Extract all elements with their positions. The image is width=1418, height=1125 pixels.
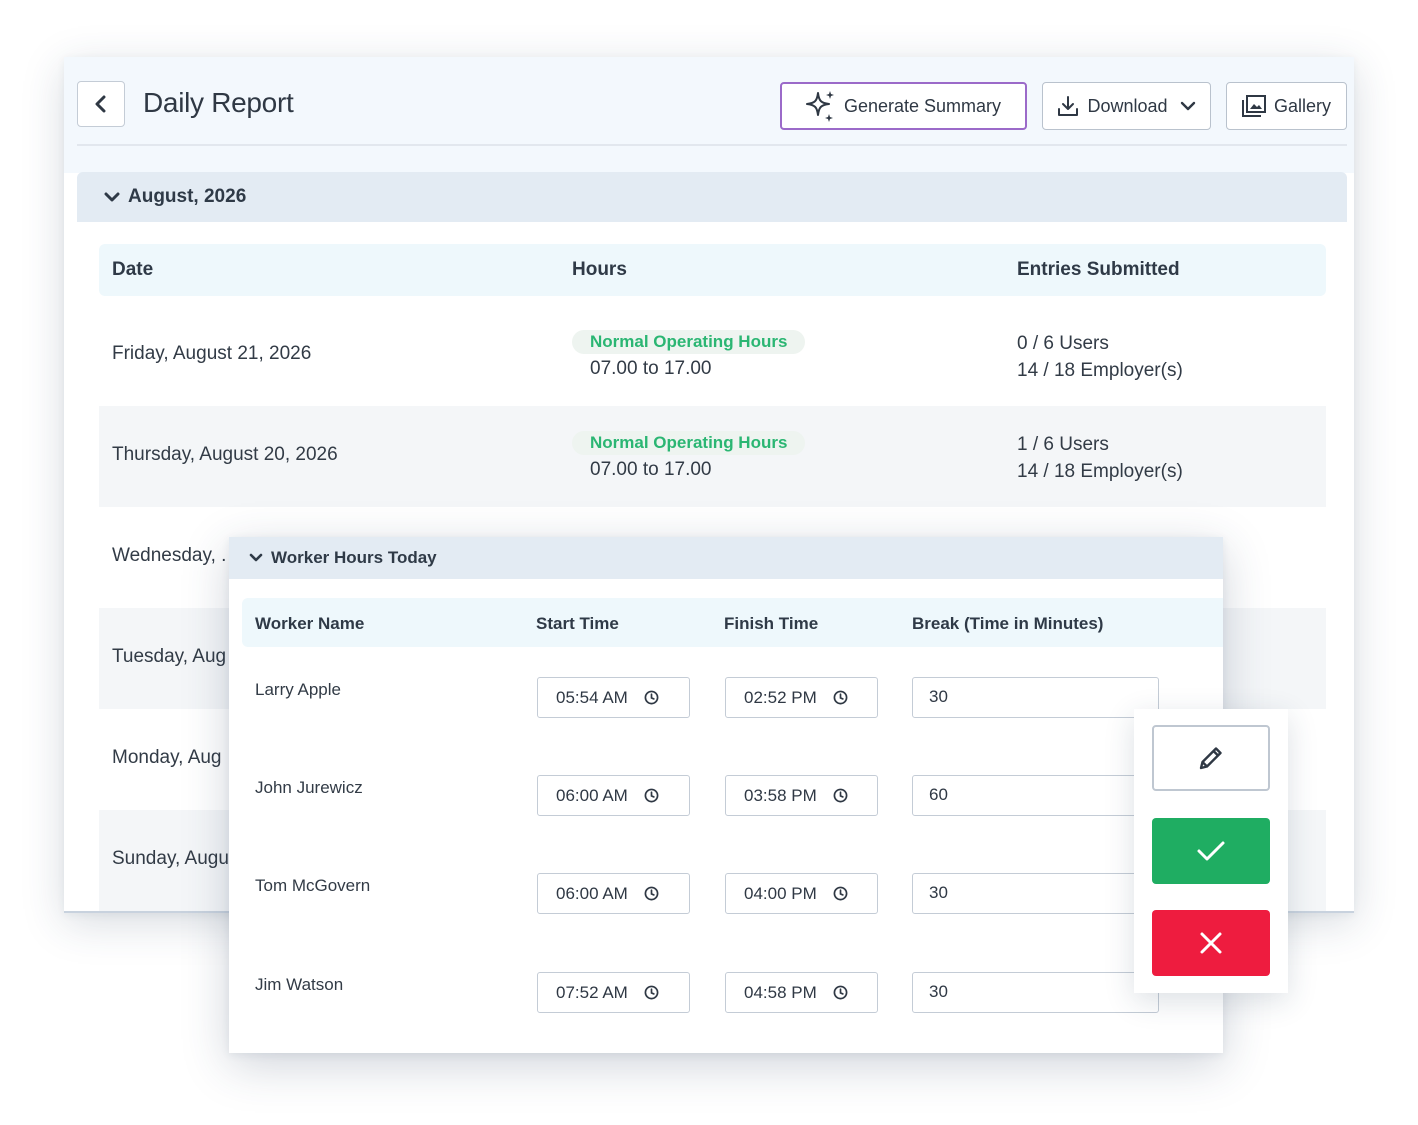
worker-name: John Jurewicz [255, 778, 363, 797]
finish-time-value: 02:52 PM [744, 687, 817, 707]
worker-row: Tom McGovern 06:00 AM 04:00 PM 30 [229, 873, 1223, 971]
chevron-down-icon [104, 192, 120, 202]
worker-name: Tom McGovern [255, 876, 371, 895]
start-time-input[interactable]: 05:54 AM [537, 677, 690, 718]
worker-row: John Jurewicz 06:00 AM 03:58 PM 60 [229, 775, 1223, 873]
clock-icon [644, 985, 659, 1000]
row-date: Sunday, Augu [112, 848, 229, 869]
download-button[interactable]: Download [1042, 82, 1211, 130]
finish-time-input[interactable]: 04:58 PM [725, 972, 878, 1013]
row-date: Monday, Aug [112, 747, 222, 768]
gallery-label: Gallery [1273, 95, 1331, 116]
finish-time-input[interactable]: 04:00 PM [725, 873, 878, 914]
row-date: Friday, August 21, 2026 [112, 343, 312, 364]
header-divider [77, 144, 1347, 146]
month-section-toggle[interactable]: August, 2026 [77, 172, 1347, 222]
gallery-button[interactable]: Gallery [1226, 82, 1347, 130]
clock-icon [833, 985, 848, 1000]
start-time-input[interactable]: 06:00 AM [537, 873, 690, 914]
month-label: August, 2026 [128, 186, 247, 207]
worker-table-header: Worker Name Start Time Finish Time Break… [242, 598, 1223, 647]
confirm-button[interactable] [1152, 818, 1270, 884]
break-minutes-input[interactable]: 60 [912, 775, 1159, 816]
worker-name: Jim Watson [255, 975, 344, 994]
clock-icon [644, 690, 659, 705]
hours-badge: Normal Operating Hours [572, 431, 806, 455]
break-minutes-input[interactable]: 30 [912, 677, 1159, 718]
edit-button[interactable] [1152, 725, 1270, 791]
sparkles-icon [805, 91, 834, 122]
start-time-value: 06:00 AM [556, 785, 628, 805]
chevron-down-icon [1180, 101, 1195, 111]
worker-hours-toggle[interactable]: Worker Hours Today [229, 537, 1223, 579]
report-header: Daily Report Generate Summary Download G… [64, 57, 1354, 173]
column-header-entries: Entries Submitted [1017, 259, 1180, 280]
download-icon [1058, 96, 1079, 116]
table-row[interactable]: Friday, August 21, 2026 Normal Operating… [99, 305, 1326, 406]
hours-range: 07.00 to 17.00 [590, 459, 712, 480]
column-header-break: Break (Time in Minutes) [912, 614, 1104, 633]
start-time-value: 07:52 AM [556, 982, 628, 1002]
row-date: Wednesday, . [112, 545, 227, 566]
generate-summary-label: Generate Summary [843, 95, 1002, 116]
back-button[interactable] [77, 81, 125, 127]
check-icon [1197, 841, 1225, 861]
finish-time-input[interactable]: 02:52 PM [725, 677, 878, 718]
clock-icon [644, 886, 659, 901]
download-label: Download [1087, 95, 1168, 116]
chevron-down-icon [249, 553, 263, 562]
clock-icon [833, 788, 848, 803]
report-table-header: Date Hours Entries Submitted [99, 244, 1326, 296]
worker-hours-title: Worker Hours Today [271, 548, 437, 567]
clock-icon [644, 788, 659, 803]
generate-summary-button[interactable]: Generate Summary [780, 82, 1027, 130]
hours-badge: Normal Operating Hours [572, 330, 806, 354]
column-header-start-time: Start Time [536, 614, 619, 633]
users-count: 0 / 6 Users [1017, 333, 1109, 354]
close-icon [1200, 932, 1222, 954]
worker-row: Jim Watson 07:52 AM 04:58 PM 30 [229, 972, 1223, 1070]
gallery-icon [1241, 95, 1266, 117]
row-date: Thursday, August 20, 2026 [112, 444, 338, 465]
clock-icon [833, 690, 848, 705]
worker-name: Larry Apple [255, 680, 341, 699]
clock-icon [833, 886, 848, 901]
back-chevron-icon [95, 95, 106, 113]
finish-time-value: 04:58 PM [744, 982, 817, 1002]
break-minutes-input[interactable]: 30 [912, 972, 1159, 1013]
worker-hours-panel: Worker Hours Today Worker Name Start Tim… [229, 537, 1223, 1053]
column-header-finish-time: Finish Time [724, 614, 819, 633]
entries-submitted: 1 / 6 Users 14 / 18 Employer(s) [1017, 431, 1183, 485]
column-header-hours: Hours [572, 259, 627, 280]
row-actions-panel [1134, 709, 1288, 993]
entries-submitted: 0 / 6 Users 14 / 18 Employer(s) [1017, 330, 1183, 384]
worker-row: Larry Apple 05:54 AM 02:52 PM 30 [229, 677, 1223, 775]
employers-count: 14 / 18 Employer(s) [1017, 360, 1183, 381]
finish-time-value: 04:00 PM [744, 883, 817, 903]
table-row[interactable]: Thursday, August 20, 2026 Normal Operati… [99, 406, 1326, 507]
start-time-value: 06:00 AM [556, 883, 628, 903]
pencil-icon [1199, 747, 1222, 770]
finish-time-input[interactable]: 03:58 PM [725, 775, 878, 816]
employers-count: 14 / 18 Employer(s) [1017, 461, 1183, 482]
users-count: 1 / 6 Users [1017, 434, 1109, 455]
row-date: Tuesday, Aug [112, 646, 227, 667]
column-header-worker-name: Worker Name [255, 614, 365, 633]
break-minutes-input[interactable]: 30 [912, 873, 1159, 914]
start-time-input[interactable]: 06:00 AM [537, 775, 690, 816]
cancel-button[interactable] [1152, 910, 1270, 976]
column-header-date: Date [112, 259, 154, 280]
finish-time-value: 03:58 PM [744, 785, 817, 805]
page-title: Daily Report [143, 87, 294, 118]
hours-range: 07.00 to 17.00 [590, 358, 712, 379]
start-time-value: 05:54 AM [556, 687, 628, 707]
start-time-input[interactable]: 07:52 AM [537, 972, 690, 1013]
